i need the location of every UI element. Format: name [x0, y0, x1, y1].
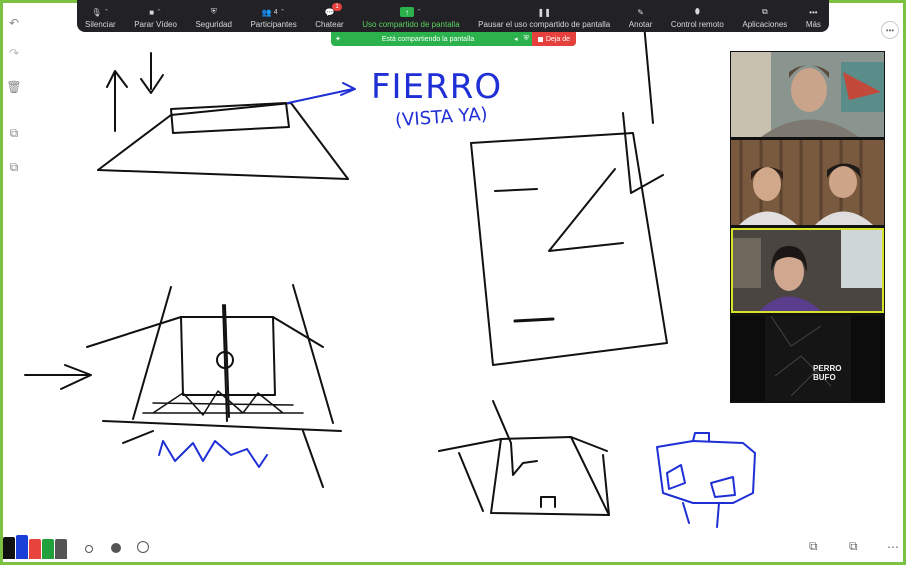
more-button[interactable]: ••• Más: [806, 4, 821, 32]
stop-share-button[interactable]: Deja de: [531, 32, 576, 46]
annotation-title: FIERRO: [371, 67, 503, 107]
chat-button[interactable]: 💬 1 Chatear: [315, 3, 344, 32]
participant-3-tile[interactable]: [731, 228, 884, 313]
participant-4-logo-text: PERRO BUFO: [813, 364, 842, 382]
add-page-icon[interactable]: ⧉: [849, 539, 858, 554]
remote-control-button[interactable]: ⬮ Control remoto: [671, 4, 724, 32]
sharing-status-text: Está compartiendo la pantalla: [381, 35, 475, 43]
share-screen-button[interactable]: ↑ ⌃ Uso compartido de pantalla: [362, 4, 460, 32]
security-small-icon[interactable]: ⛨: [521, 35, 532, 43]
stroke-large[interactable]: [137, 541, 149, 553]
new-page-icon[interactable]: ⧉: [6, 159, 22, 175]
redo-icon[interactable]: ↷: [6, 45, 22, 61]
pen-red[interactable]: [29, 539, 41, 559]
audio-icon[interactable]: ◂: [511, 35, 521, 43]
shield-icon: ⛨: [210, 7, 217, 16]
screen-share-frame: FIERRO (VISTA YA) ↶ ↷ 🗑 ⧉ ⧉ ••• PERRO BU…: [0, 0, 906, 565]
participants-icon: 👥: [261, 7, 272, 17]
mute-button[interactable]: 🎙 ⌃ Silenciar: [85, 4, 116, 32]
mouse-icon: ⬮: [694, 7, 700, 16]
participant-1-tile[interactable]: [731, 52, 884, 137]
color-palette: [3, 535, 67, 559]
chat-badge: 1: [332, 3, 342, 11]
pause-icon: ❚❚: [537, 7, 551, 17]
stroke-small[interactable]: [85, 545, 93, 553]
annotate-button[interactable]: ✎ Anotar: [629, 4, 653, 32]
pen-green[interactable]: [42, 539, 54, 559]
apps-icon: ⧉: [761, 7, 768, 16]
meeting-toolbar: 🎙 ⌃ Silenciar ■ ⌃ Parar Vídeo ⛨ Seguridad …: [77, 0, 829, 32]
copy-page-icon[interactable]: ⧉: [6, 125, 22, 141]
more-icon: •••: [809, 7, 818, 17]
pen-gray[interactable]: [55, 539, 67, 559]
stop-icon: [537, 36, 543, 42]
stroke-medium[interactable]: [111, 543, 121, 553]
microphone-icon: 🎙: [91, 7, 102, 17]
participant-2-tile[interactable]: [731, 140, 884, 225]
video-camera-icon: ■: [149, 7, 155, 17]
top-more-icon[interactable]: •••: [881, 21, 899, 39]
trash-icon[interactable]: 🗑: [6, 79, 22, 95]
stop-video-button[interactable]: ■ ⌃ Parar Vídeo: [134, 4, 177, 32]
security-button[interactable]: ⛨ Seguridad: [195, 4, 231, 32]
bottom-more-icon[interactable]: ⋯: [887, 540, 899, 554]
participant-4-tile[interactable]: PERRO BUFO: [731, 316, 884, 401]
undo-icon[interactable]: ↶: [6, 15, 22, 31]
pin-icon[interactable]: ✦: [331, 35, 345, 43]
apps-button[interactable]: ⧉ Aplicaciones: [742, 4, 787, 32]
pages-icon[interactable]: ⧉: [809, 539, 818, 554]
sharing-banner: ✦ Está compartiendo la pantalla ◂ ⛨ Deja…: [331, 32, 576, 46]
share-screen-icon: ↑: [400, 7, 414, 17]
pen-icon: ✎: [637, 7, 644, 17]
pen-black[interactable]: [3, 537, 15, 559]
pause-share-button[interactable]: ❚❚ Pausar el uso compartido de pantalla: [478, 4, 610, 32]
video-gallery: PERRO BUFO: [730, 51, 885, 403]
participants-button[interactable]: 👥 4 ⌃ Participantes: [250, 4, 296, 32]
pen-blue[interactable]: [16, 535, 28, 559]
